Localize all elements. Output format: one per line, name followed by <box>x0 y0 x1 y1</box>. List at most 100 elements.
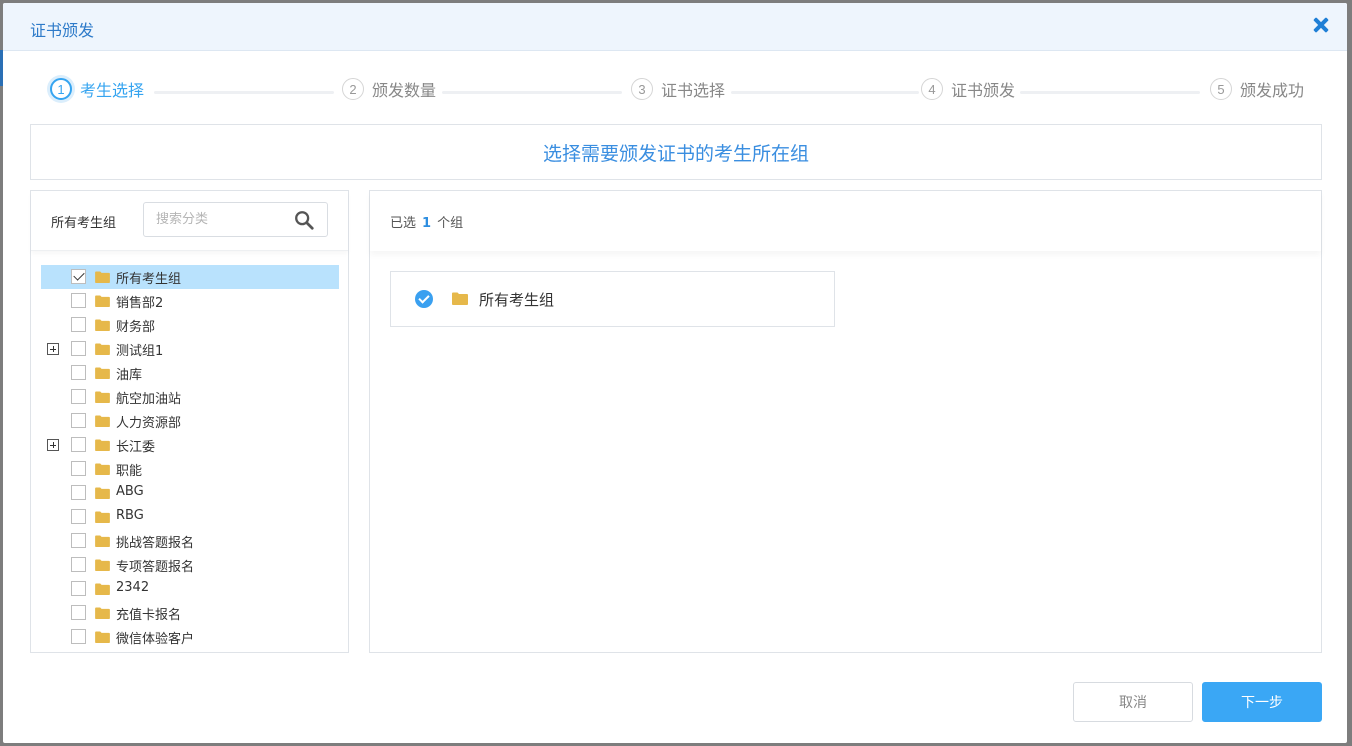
tree-checkbox[interactable] <box>71 557 86 572</box>
step-number: 3 <box>631 78 653 100</box>
folder-icon <box>95 607 110 619</box>
step-connector <box>442 91 622 94</box>
tree-checkbox[interactable] <box>71 629 86 644</box>
tree-row[interactable]: 挑战答题报名 <box>41 529 339 553</box>
cancel-button[interactable]: 取消 <box>1073 682 1193 722</box>
tree-label: 职能 <box>116 464 143 479</box>
tree-checkbox[interactable] <box>71 509 86 524</box>
tree-row[interactable]: 油库 <box>41 361 339 385</box>
folder-icon <box>95 319 110 331</box>
step-label: 颁发数量 <box>372 81 437 100</box>
check-circle-icon <box>415 290 433 308</box>
selected-group-label: 所有考生组 <box>479 291 555 309</box>
dialog-title: 证书颁发 <box>30 21 95 40</box>
tree-checkbox[interactable] <box>71 581 86 596</box>
tree-checkbox[interactable] <box>71 341 86 356</box>
step-2: 2 颁发数量 <box>342 77 436 101</box>
selected-groups-panel: 已选 1 个组 所有考生组 <box>369 190 1322 653</box>
tree-checkbox[interactable] <box>71 461 86 476</box>
folder-icon <box>95 535 110 547</box>
folder-icon <box>95 631 110 643</box>
tree-row[interactable]: 测试组1 <box>41 337 339 361</box>
tree-label: 2342 <box>116 580 150 595</box>
tree-row[interactable]: 财务部 <box>41 313 339 337</box>
tree-row[interactable]: 所有考生组 <box>41 265 339 289</box>
folder-icon <box>95 391 110 403</box>
step-1: 1 考生选择 <box>50 77 144 101</box>
step-number: 2 <box>342 78 364 100</box>
tree-checkbox[interactable] <box>71 365 86 380</box>
step-5: 5 颁发成功 <box>1210 77 1304 101</box>
step-connector <box>731 91 919 94</box>
tree-checkbox[interactable] <box>71 437 86 452</box>
folder-icon <box>95 583 110 595</box>
tree-label: 专项答题报名 <box>116 560 195 575</box>
tree-label: 航空加油站 <box>116 392 182 407</box>
tree-row[interactable]: 专项答题报名 <box>41 553 339 577</box>
step-indicator: 1 考生选择 2 颁发数量 3 证书选择 4 证书颁发 5 颁发成功 <box>50 77 1310 107</box>
tree-row[interactable]: ABG <box>41 481 339 505</box>
step-label: 证书颁发 <box>951 81 1016 100</box>
expand-plus-icon[interactable] <box>47 343 59 355</box>
selected-count-text: 已选 1 个组 <box>390 212 463 231</box>
dialog-header: 证书颁发 <box>3 3 1347 51</box>
instruction-text: 选择需要颁发证书的考生所在组 <box>542 142 809 165</box>
expand-plus-icon[interactable] <box>47 439 59 451</box>
search-box <box>143 202 328 237</box>
step-number: 4 <box>921 78 943 100</box>
tree-row[interactable]: 职能 <box>41 457 339 481</box>
selected-panel-header: 已选 1 个组 <box>370 191 1321 251</box>
step-label: 证书选择 <box>661 81 726 100</box>
group-tree: 所有考生组销售部2 财务部测试组1 油库航空加油站人力资源部长江委职能 ABG RBG 挑… <box>41 265 339 649</box>
folder-icon <box>95 343 110 355</box>
tree-label: 微信体验客户 <box>116 632 195 647</box>
tree-checkbox[interactable] <box>71 605 86 620</box>
tree-label: 财务部 <box>116 320 156 335</box>
step-4: 4 证书颁发 <box>921 77 1015 101</box>
instruction-banner: 选择需要颁发证书的考生所在组 <box>30 124 1322 180</box>
folder-icon <box>95 295 110 307</box>
folder-icon <box>95 271 110 283</box>
tree-panel-title: 所有考生组 <box>51 216 117 231</box>
folder-icon <box>452 292 468 305</box>
tree-checkbox[interactable] <box>71 317 86 332</box>
selected-suffix: 个组 <box>437 216 464 231</box>
tree-label: 挑战答题报名 <box>116 536 195 551</box>
tree-row[interactable]: 充值卡报名 <box>41 601 339 625</box>
next-step-button[interactable]: 下一步 <box>1202 682 1322 722</box>
tree-checkbox[interactable] <box>71 293 86 308</box>
tree-label: 所有考生组 <box>116 272 182 287</box>
tree-label: RBG <box>116 508 144 523</box>
folder-icon <box>95 511 110 523</box>
selected-group-chip[interactable]: 所有考生组 <box>390 271 835 327</box>
tree-checkbox[interactable] <box>71 389 86 404</box>
tree-checkbox[interactable] <box>71 533 86 548</box>
search-input[interactable] <box>144 203 284 236</box>
selected-prefix: 已选 <box>390 216 417 231</box>
certificate-issue-dialog: 证书颁发 1 考生选择 2 颁发数量 3 证书选择 4 证书颁发 5 颁发成功 … <box>3 3 1347 743</box>
tree-row[interactable]: RBG <box>41 505 339 529</box>
step-number: 1 <box>50 78 72 100</box>
tree-checkbox[interactable] <box>71 413 86 428</box>
folder-icon <box>95 367 110 379</box>
search-icon[interactable] <box>293 209 315 231</box>
tree-row[interactable]: 长江委 <box>41 433 339 457</box>
close-icon[interactable] <box>1309 14 1333 38</box>
folder-icon <box>95 487 110 499</box>
tree-checkbox[interactable] <box>71 269 86 284</box>
tree-row[interactable]: 2342 <box>41 577 339 601</box>
folder-icon <box>95 415 110 427</box>
tree-row[interactable]: 人力资源部 <box>41 409 339 433</box>
group-tree-panel: 所有考生组 所有考生组销售部2 财务部测试组1 油库航空加油站人力资源部长江委职能 A… <box>30 190 349 653</box>
tree-row[interactable]: 航空加油站 <box>41 385 339 409</box>
folder-icon <box>95 463 110 475</box>
tree-panel-header: 所有考生组 <box>31 191 348 251</box>
tree-row[interactable]: 微信体验客户 <box>41 625 339 649</box>
tree-row[interactable]: 销售部2 <box>41 289 339 313</box>
selected-count: 1 <box>422 216 432 231</box>
tree-checkbox[interactable] <box>71 485 86 500</box>
folder-icon <box>95 559 110 571</box>
tree-label: 充值卡报名 <box>116 608 182 623</box>
step-label: 考生选择 <box>80 81 145 100</box>
tree-label: 长江委 <box>116 440 156 455</box>
